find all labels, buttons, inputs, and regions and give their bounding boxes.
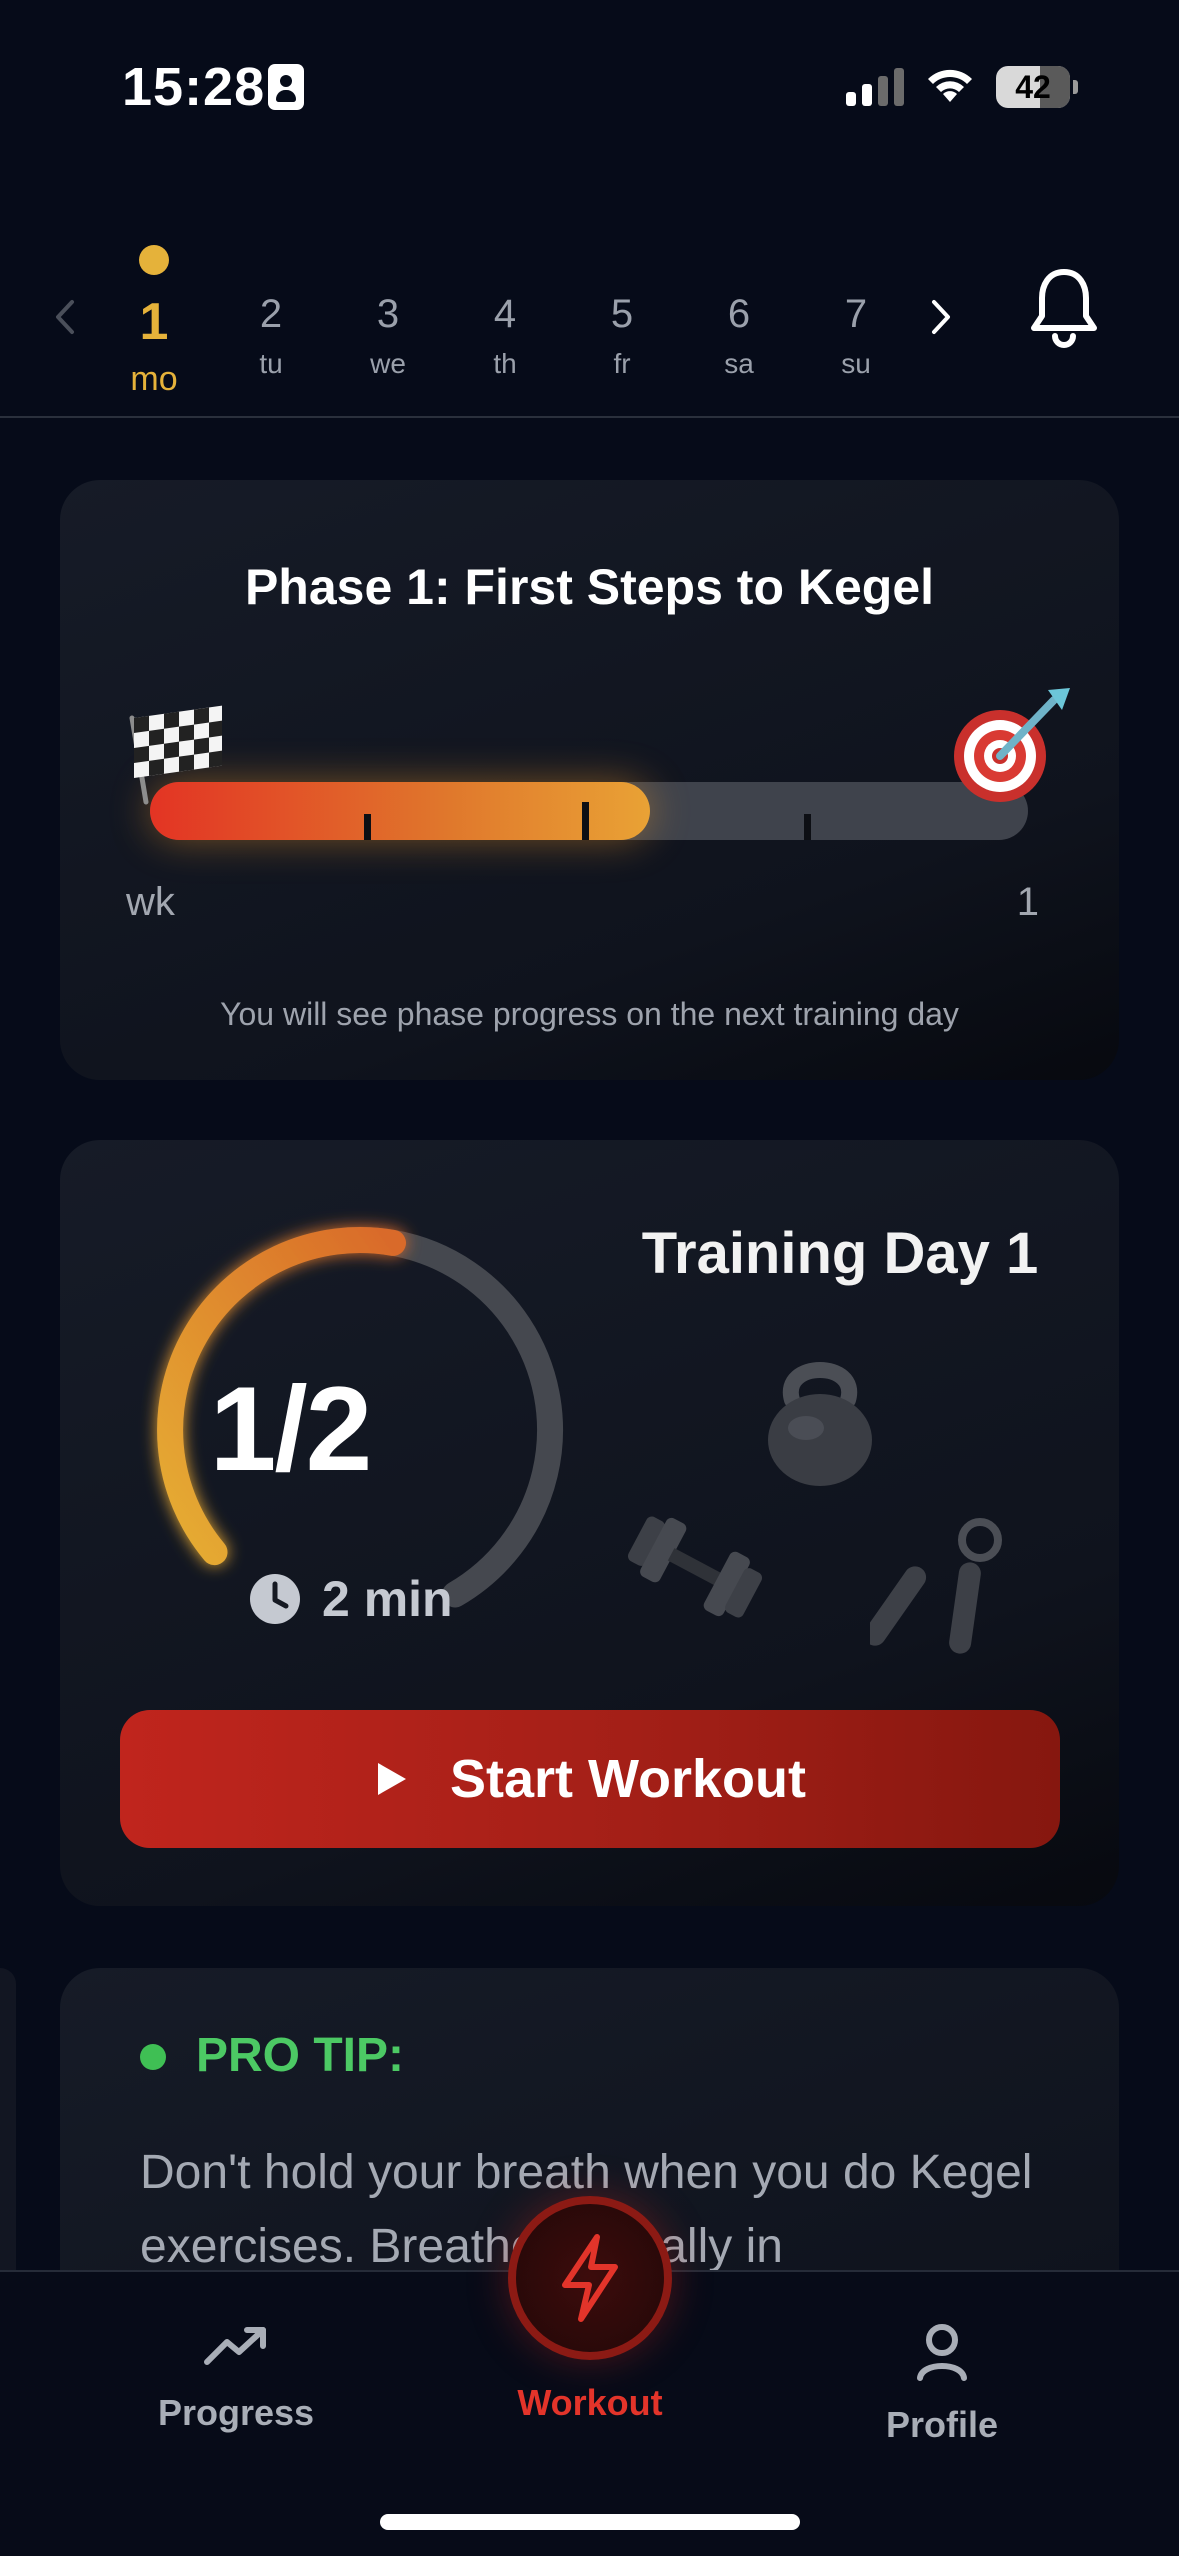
- start-workout-button[interactable]: Start Workout: [120, 1710, 1060, 1848]
- battery-level: 42: [1015, 69, 1051, 105]
- day-label: we: [370, 348, 406, 379]
- day-tu[interactable]: 2 tu: [226, 220, 316, 400]
- training-card: 1/2 2 min Training Day 1 Start Workout: [60, 1140, 1119, 1906]
- training-day-title: Training Day 1: [641, 1221, 1039, 1286]
- day-number: 4: [493, 292, 517, 336]
- kettlebell-icon: [768, 1362, 872, 1486]
- dumbbell-icon: [627, 1516, 763, 1618]
- clock-icon: [250, 1574, 300, 1624]
- workout-circle: [508, 2196, 672, 2360]
- day-sa[interactable]: 6 sa: [694, 220, 784, 400]
- start-workout-label: Start Workout: [449, 1749, 806, 1809]
- day-number: 7: [844, 292, 868, 336]
- day-label: mo: [130, 360, 178, 398]
- nav-workout-label: Workout: [517, 2382, 663, 2423]
- nav-profile-label: Profile: [885, 2404, 999, 2445]
- day-number: 2: [259, 292, 283, 336]
- nav-progress-label: Progress: [157, 2392, 315, 2433]
- home-indicator: [380, 2514, 800, 2530]
- chevron-left-icon[interactable]: [50, 292, 80, 342]
- nav-profile[interactable]: Profile: [822, 2322, 1062, 2446]
- status-time: 15:28: [122, 57, 266, 117]
- week-strip: 1 mo 2 tu 3 we 4 th 5 fr 6 sa 7 su: [0, 200, 1179, 418]
- tip-title: PRO TIP:: [196, 2029, 405, 2082]
- workout-count: 1/2: [209, 1362, 373, 1496]
- phase-title: Phase 1: First Steps to Kegel: [244, 559, 935, 615]
- day-number: 6: [727, 292, 751, 336]
- hand-gripper-icon: [870, 1518, 1002, 1654]
- progress-tick: [582, 802, 589, 840]
- day-label: tu: [259, 348, 283, 379]
- nav-progress[interactable]: Progress: [116, 2322, 356, 2434]
- play-icon: [377, 1763, 406, 1795]
- target-dart-icon: [954, 688, 1070, 802]
- phase-card: Phase 1: First Steps to Kegel wk 1 You w…: [60, 480, 1119, 1080]
- battery-icon: 42: [996, 66, 1078, 108]
- id-card-icon: [268, 64, 304, 110]
- bell-icon[interactable]: [1028, 266, 1100, 350]
- day-mo[interactable]: 1 mo: [109, 220, 199, 400]
- checkered-flag-icon: [129, 705, 222, 805]
- wifi-icon: [928, 69, 972, 102]
- progress-tick: [364, 814, 371, 840]
- day-fr[interactable]: 5 fr: [577, 220, 667, 400]
- nav-workout[interactable]: Workout: [470, 2196, 710, 2424]
- user-icon: [917, 2324, 967, 2381]
- phase-end-label: 1: [1016, 880, 1039, 924]
- day-number: 3: [376, 292, 400, 336]
- day-label: su: [841, 348, 871, 379]
- day-label: th: [493, 348, 517, 379]
- chevron-right-icon[interactable]: [926, 292, 956, 342]
- phase-progress-bar: [150, 782, 1028, 840]
- day-th[interactable]: 4 th: [460, 220, 550, 400]
- day-number: 1: [139, 293, 169, 351]
- signal-icon: [846, 68, 904, 106]
- lightning-icon: [562, 2234, 618, 2322]
- phase-start-label: wk: [126, 880, 175, 924]
- day-label: fr: [613, 348, 631, 379]
- workout-duration: 2 min: [322, 1571, 453, 1627]
- progress-tick: [804, 814, 811, 840]
- today-dot: [139, 245, 169, 275]
- day-su[interactable]: 7 su: [811, 220, 901, 400]
- status-bar: 15:28 42: [0, 0, 1179, 170]
- tip-dot: [140, 2044, 166, 2070]
- phase-note: You will see phase progress on the next …: [220, 996, 959, 1032]
- trending-up-icon: [204, 2327, 266, 2365]
- day-we[interactable]: 3 we: [343, 220, 433, 400]
- day-label: sa: [724, 348, 754, 379]
- day-number: 5: [610, 292, 634, 336]
